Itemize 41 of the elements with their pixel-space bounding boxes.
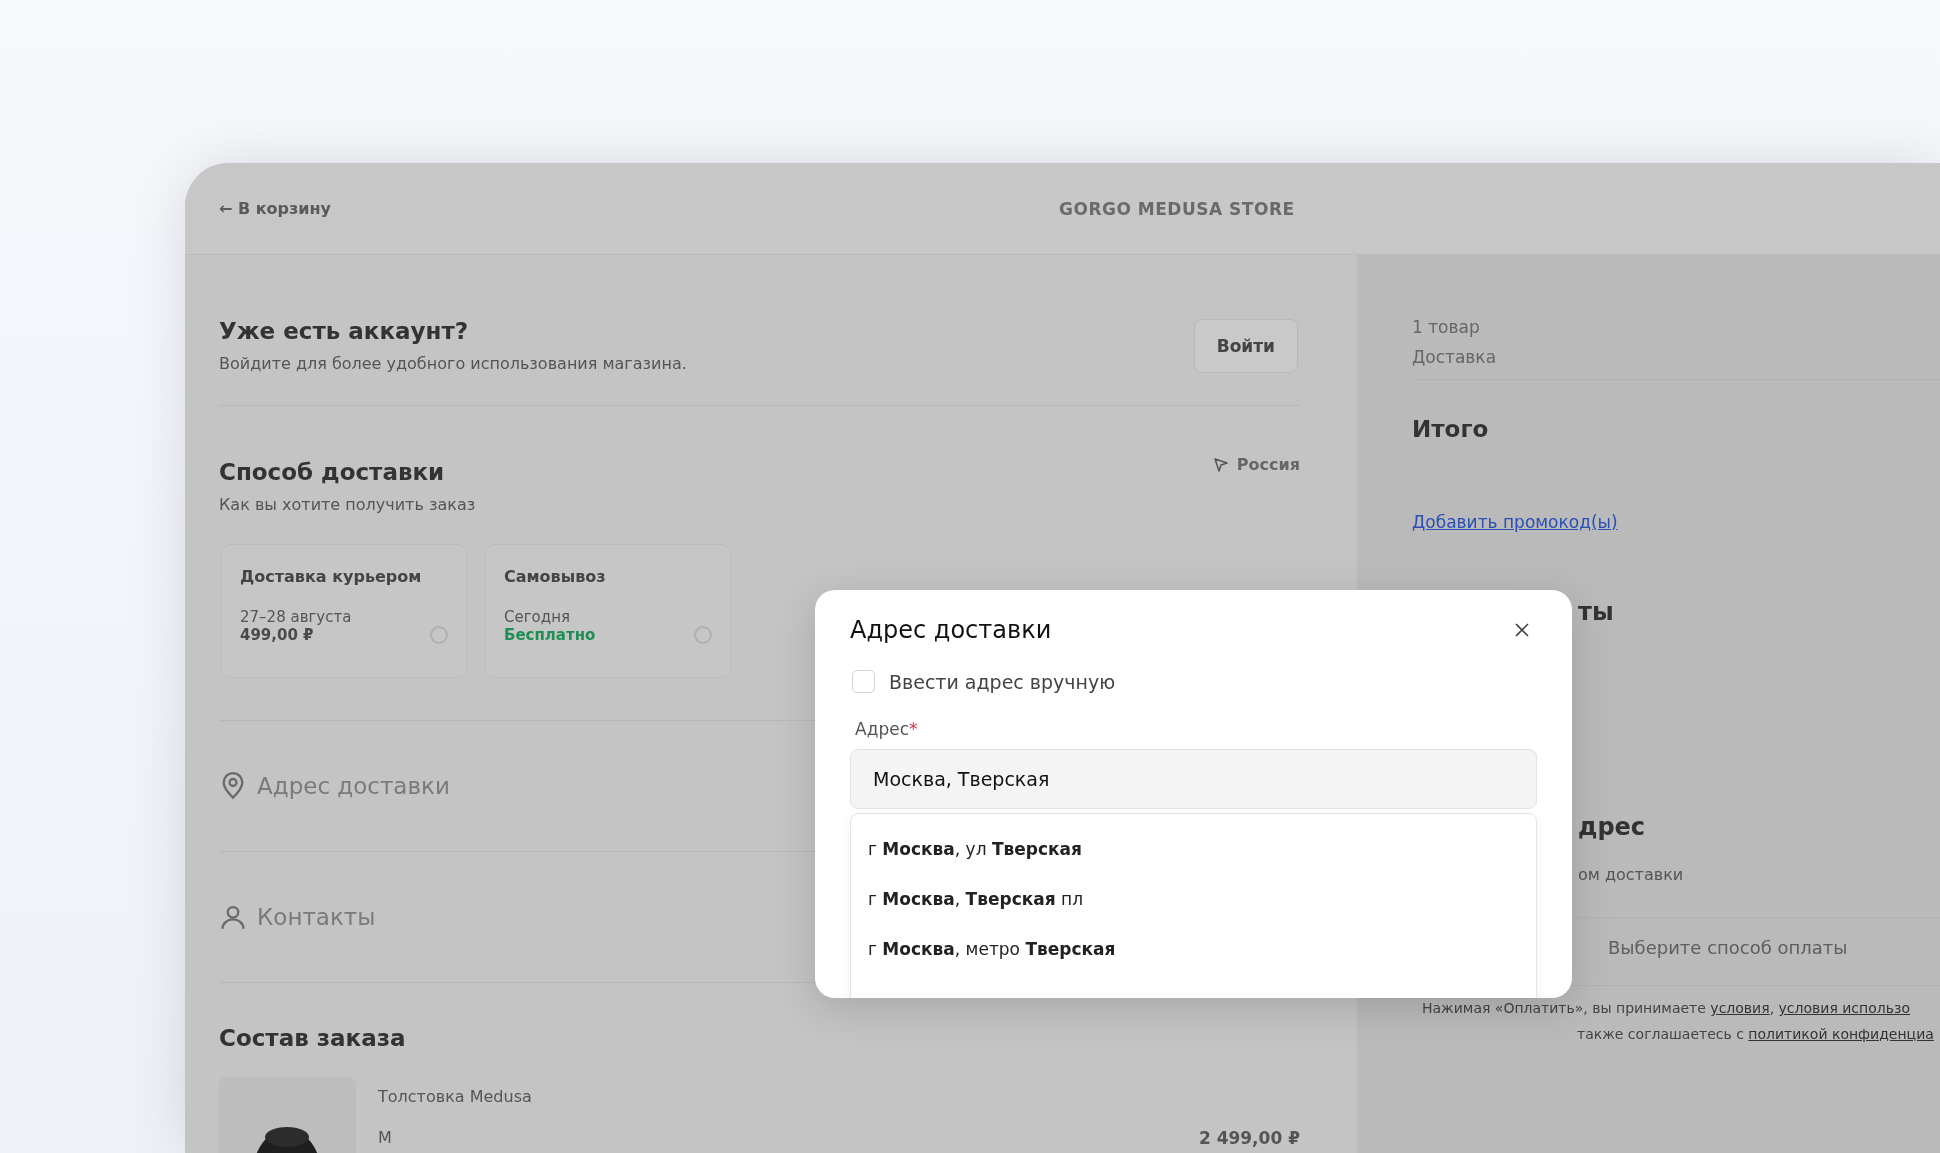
option-price: 499,00 ₽: [240, 626, 314, 644]
back-link[interactable]: ← В корзину: [219, 199, 419, 218]
summary-label: 1 товар: [1412, 317, 1481, 337]
navigation-arrow-icon: [1212, 456, 1229, 473]
terms-text: также соглашаетесь с политикой конфиденциа: [1577, 1026, 1935, 1042]
section-title: Состав заказа: [219, 1025, 407, 1051]
field-label: Адрес*: [855, 719, 919, 739]
option-name: Самовывоз: [504, 567, 607, 586]
suggestion-item[interactable]: г Москва, Тверская пл: [851, 874, 1536, 924]
section-subtitle: Как вы хотите получить заказ: [219, 495, 476, 514]
section-title: ты: [1578, 598, 1615, 626]
option-date: 27–28 августа: [240, 608, 353, 626]
product-name: Толстовка Medusa: [378, 1087, 533, 1106]
promo-link[interactable]: Добавить промокод(ы): [1412, 512, 1618, 532]
option-date: Сегодня: [504, 608, 571, 626]
summary-label: Доставка: [1412, 347, 1498, 367]
terms-text: Нажимая «Оплатить», вы принимаете условия, условия использо: [1422, 1000, 1911, 1016]
person-icon: [219, 903, 247, 931]
address-field[interactable]: Москва, Тверская: [850, 749, 1537, 809]
option-price: Бесплатно: [504, 626, 596, 644]
delivery-option-card[interactable]: Самовывоз Сегодня Бесплатно: [485, 544, 731, 678]
section-title: Уже есть аккаунт?: [219, 318, 470, 344]
product-size: M: [378, 1128, 392, 1148]
pay-button[interactable]: Выберите способ оплаты: [1602, 936, 1854, 959]
section-title: Способ доставки: [219, 459, 446, 485]
product-price: 2 499,00 ₽: [1198, 1128, 1300, 1148]
section-title: дрес: [1578, 813, 1647, 841]
country-label[interactable]: Россия: [1236, 455, 1300, 474]
checkbox[interactable]: [852, 670, 875, 693]
section-subtitle: ом доставки: [1578, 865, 1685, 884]
checkbox-label: Ввести адрес вручную: [889, 670, 1116, 693]
store-name: GORGO MEDUSA STORE: [1058, 198, 1296, 219]
suggestion-item[interactable]: г Москва, метро Тверская: [851, 924, 1536, 974]
dialog-title: Адрес доставки: [850, 616, 1052, 644]
close-icon[interactable]: [1515, 623, 1529, 637]
section-subtitle: Войдите для более удобного использования магазина.: [219, 354, 687, 373]
delivery-option-card[interactable]: Доставка курьером 27–28 августа 499,00 ₽: [221, 544, 467, 678]
login-button[interactable]: Войти: [1193, 318, 1298, 373]
option-name: Доставка курьером: [240, 567, 423, 586]
total-label: Итого: [1412, 416, 1490, 442]
suggestion-item[interactable]: г Москва, ул Тверская: [851, 824, 1536, 874]
